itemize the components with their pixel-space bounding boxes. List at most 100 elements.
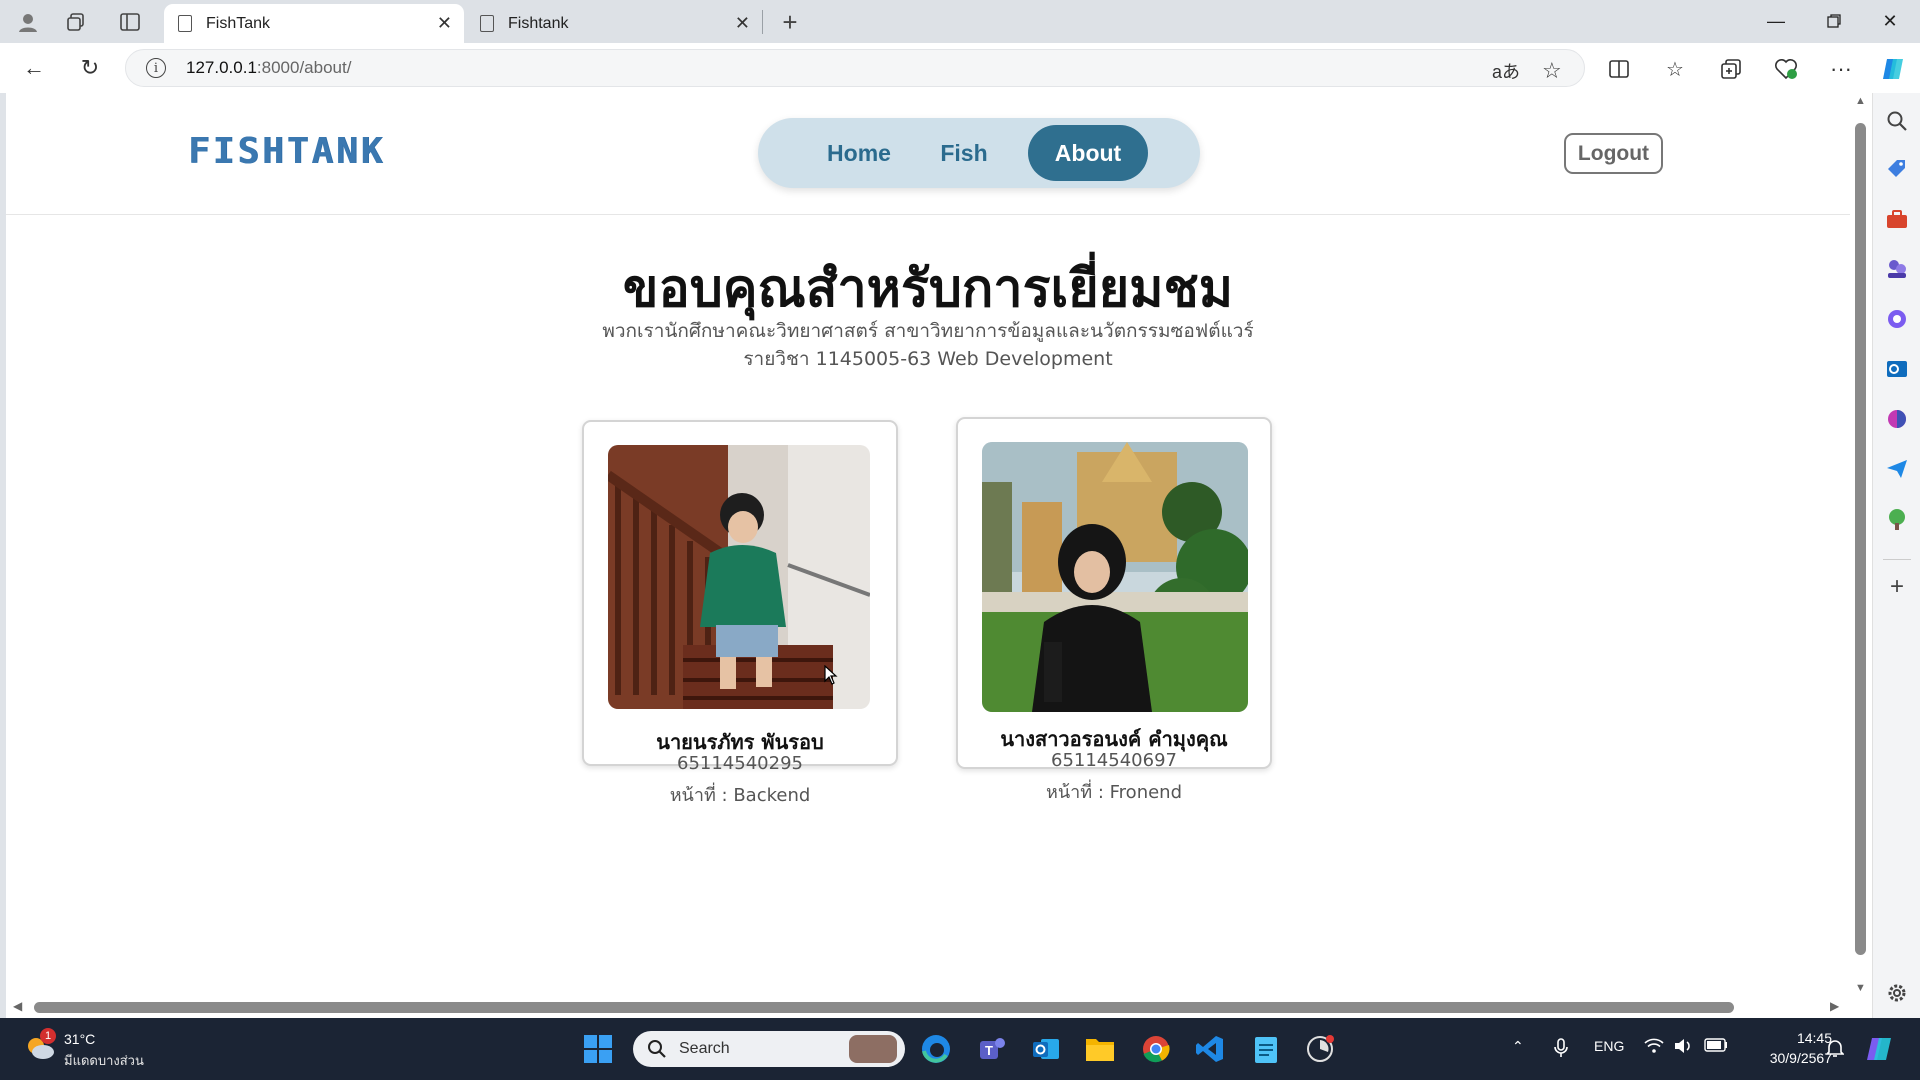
vertical-scroll-thumb[interactable] bbox=[1855, 123, 1866, 955]
sidebar-designer-icon[interactable] bbox=[1885, 407, 1909, 431]
copilot-icon[interactable] bbox=[1878, 56, 1908, 82]
tab-title: Fishtank bbox=[508, 14, 569, 32]
edge-sidebar: + bbox=[1872, 93, 1920, 1018]
recorder-app-icon[interactable] bbox=[1302, 1031, 1338, 1067]
back-icon[interactable]: ← bbox=[16, 53, 52, 83]
sidebar-outlook-icon[interactable] bbox=[1885, 357, 1909, 381]
taskbar-search-placeholder: Search bbox=[679, 1040, 730, 1057]
sidebar-divider bbox=[1883, 559, 1911, 560]
address-input[interactable]: i 127.0.0.1:8000/about/ aあ ☆ bbox=[125, 49, 1585, 87]
favorites-icon[interactable]: ☆ bbox=[1660, 56, 1690, 82]
teams-app-icon[interactable]: T bbox=[974, 1031, 1010, 1067]
main-nav: Home Fish About bbox=[758, 118, 1200, 188]
favorite-star-icon[interactable]: ☆ bbox=[1542, 58, 1562, 84]
scroll-right-icon[interactable]: ▶ bbox=[1830, 999, 1839, 1013]
nav-home[interactable]: Home bbox=[802, 125, 916, 181]
member-id: 65114540697 bbox=[1051, 750, 1177, 771]
url-path: :8000/about/ bbox=[256, 58, 352, 77]
scroll-down-icon[interactable]: ▼ bbox=[1855, 982, 1866, 994]
clock-date[interactable]: 30/9/2567 bbox=[1744, 1050, 1832, 1066]
split-screen-icon[interactable] bbox=[1604, 56, 1634, 82]
show-hidden-icons-icon[interactable]: ⌃ bbox=[1512, 1038, 1524, 1055]
browser-essentials-icon[interactable] bbox=[1771, 56, 1801, 82]
horizontal-scrollbar[interactable]: ◀ ▶ bbox=[6, 996, 1850, 1018]
page-icon bbox=[178, 15, 192, 32]
microphone-icon[interactable] bbox=[1554, 1038, 1568, 1061]
vertical-tabs-icon[interactable] bbox=[110, 8, 150, 36]
profile-icon[interactable] bbox=[8, 8, 48, 36]
sidebar-send-icon[interactable] bbox=[1885, 457, 1909, 481]
weather-temp: 31°C bbox=[64, 1031, 96, 1047]
outlook-app-icon[interactable] bbox=[1028, 1031, 1064, 1067]
nav-fish[interactable]: Fish bbox=[924, 125, 1004, 181]
vertical-scrollbar[interactable]: ▲ ▼ bbox=[1850, 93, 1872, 1003]
vscode-app-icon[interactable] bbox=[1192, 1031, 1228, 1067]
tab-title: FishTank bbox=[206, 14, 271, 32]
sidebar-shopping-icon[interactable] bbox=[1885, 157, 1909, 181]
scroll-up-icon[interactable]: ▲ bbox=[1855, 95, 1866, 107]
close-tab-icon[interactable]: ✕ bbox=[437, 13, 452, 34]
battery-icon[interactable] bbox=[1704, 1038, 1728, 1055]
sidebar-tools-icon[interactable] bbox=[1885, 207, 1909, 231]
more-options-icon[interactable]: ··· bbox=[1826, 56, 1856, 82]
site-logo[interactable]: FISHTANK bbox=[188, 131, 385, 172]
member-photo bbox=[982, 442, 1248, 712]
member-card: นางสาวอรอนงค์ คำมุงคุณ 65114540697 หน้าท… bbox=[956, 417, 1272, 803]
minimize-icon[interactable]: — bbox=[1748, 6, 1804, 36]
edge-app-icon[interactable] bbox=[918, 1031, 954, 1067]
copilot-taskbar-icon[interactable] bbox=[1862, 1031, 1898, 1067]
translate-icon[interactable]: aあ bbox=[1492, 58, 1520, 84]
sidebar-copilot-app-icon[interactable] bbox=[1885, 307, 1909, 331]
new-tab-icon[interactable]: + bbox=[770, 7, 810, 37]
taskbar-search[interactable]: Search bbox=[633, 1031, 905, 1067]
wifi-icon[interactable] bbox=[1644, 1038, 1664, 1057]
member-id: 65114540295 bbox=[677, 753, 803, 774]
chrome-app-icon[interactable] bbox=[1138, 1031, 1174, 1067]
tab-fishtank[interactable]: Fishtank ✕ bbox=[466, 4, 762, 43]
sidebar-tree-icon[interactable] bbox=[1885, 507, 1909, 531]
weather-badge: 1 bbox=[40, 1028, 56, 1044]
notification-bell-icon[interactable] bbox=[1825, 1038, 1845, 1061]
svg-text:T: T bbox=[985, 1043, 993, 1058]
tab-fishtank-active[interactable]: FishTank ✕ bbox=[164, 4, 464, 43]
search-icon bbox=[648, 1040, 666, 1058]
sidebar-add-icon[interactable]: + bbox=[1885, 575, 1909, 599]
tab-separator bbox=[762, 10, 763, 34]
nav-about[interactable]: About bbox=[1028, 125, 1148, 181]
sidebar-settings-icon[interactable] bbox=[1885, 981, 1909, 1005]
close-tab-icon[interactable]: ✕ bbox=[735, 13, 750, 34]
page-subtitle-line1: พวกเรานักศึกษาคณะวิทยาศาสตร์ สาขาวิทยากา… bbox=[602, 320, 1254, 342]
browser-tab-bar: FishTank ✕ Fishtank ✕ + — ✕ bbox=[0, 0, 1920, 43]
sidebar-games-icon[interactable] bbox=[1885, 257, 1909, 281]
page-icon bbox=[480, 15, 494, 32]
close-window-icon[interactable]: ✕ bbox=[1862, 6, 1918, 36]
scroll-left-icon[interactable]: ◀ bbox=[13, 999, 22, 1013]
member-role: หน้าที่ : Backend bbox=[669, 785, 811, 806]
file-explorer-icon[interactable] bbox=[1082, 1031, 1118, 1067]
page-subtitle-line2: รายวิชา 1145005-63 Web Development bbox=[743, 348, 1113, 370]
workspaces-icon[interactable] bbox=[56, 8, 96, 36]
input-language[interactable]: ENG bbox=[1594, 1038, 1624, 1054]
refresh-icon[interactable]: ↻ bbox=[72, 53, 108, 83]
logout-button[interactable]: Logout bbox=[1564, 133, 1663, 174]
member-card: นายนรภัทร พันรอบ 65114540295 หน้าที่ : B… bbox=[582, 420, 898, 806]
collections-icon[interactable] bbox=[1716, 56, 1746, 82]
address-bar-row: ← ↻ i 127.0.0.1:8000/about/ aあ ☆ ☆ ··· bbox=[0, 43, 1920, 93]
restore-icon[interactable] bbox=[1806, 6, 1862, 36]
start-icon[interactable] bbox=[580, 1031, 616, 1067]
weather-desc: มีแดดบางส่วน bbox=[64, 1053, 144, 1068]
site-info-icon[interactable]: i bbox=[146, 58, 166, 78]
member-role: หน้าที่ : Fronend bbox=[1045, 782, 1183, 803]
windows-taskbar: 1 31°C มีแดดบางส่วน Search T ⌃ ENG 14:45… bbox=[0, 1018, 1920, 1080]
page-viewport: FISHTANK Home Fish About Logout ขอบคุณสำ… bbox=[6, 93, 1850, 1003]
sidebar-search-icon[interactable] bbox=[1885, 109, 1909, 133]
weather-icon[interactable]: 1 bbox=[24, 1028, 56, 1062]
search-highlight-image bbox=[849, 1035, 897, 1063]
scroll-corner bbox=[1850, 996, 1872, 1018]
clock-time[interactable]: 14:45 bbox=[1778, 1030, 1832, 1046]
mouse-cursor-icon bbox=[824, 665, 838, 685]
horizontal-scroll-thumb[interactable] bbox=[34, 1002, 1734, 1013]
url-host: 127.0.0.1 bbox=[186, 58, 257, 77]
volume-icon[interactable] bbox=[1674, 1038, 1694, 1057]
notepad-app-icon[interactable] bbox=[1248, 1031, 1284, 1067]
